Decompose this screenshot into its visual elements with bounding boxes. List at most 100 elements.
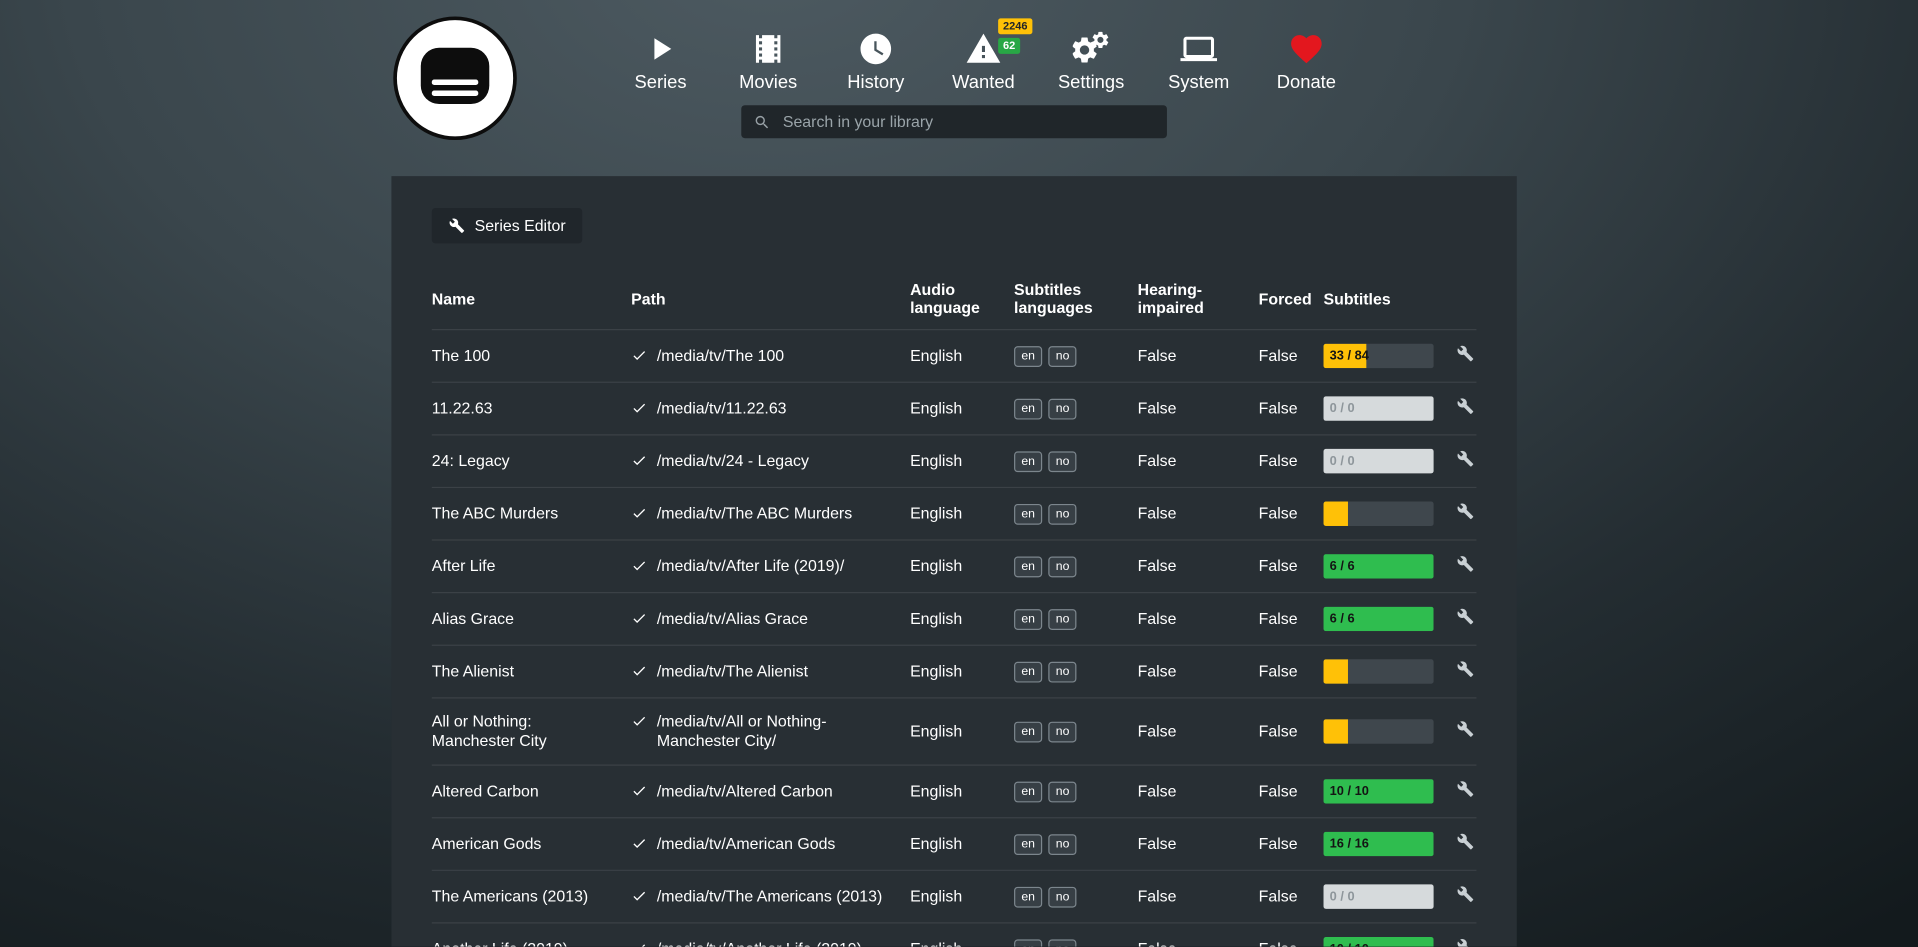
check-icon <box>631 505 647 521</box>
edit-series-button[interactable] <box>1457 886 1474 903</box>
audio-language-value: English <box>910 939 1014 946</box>
hearing-impaired-value: False <box>1138 782 1259 802</box>
series-path: /media/tv/11.22.63 <box>631 399 910 419</box>
progress-fill <box>1324 502 1348 526</box>
edit-series-button[interactable] <box>1457 720 1474 737</box>
forced-value: False <box>1259 722 1324 742</box>
nav-item-series[interactable]: Series <box>607 24 715 92</box>
edit-series-button[interactable] <box>1457 608 1474 625</box>
language-badge: no <box>1048 557 1076 578</box>
nav-item-label: Movies <box>739 72 797 93</box>
series-path: /media/tv/24 - Legacy <box>631 451 910 471</box>
edit-series-button[interactable] <box>1457 938 1474 947</box>
app-logo[interactable] <box>391 15 518 142</box>
series-name: The ABC Murders <box>432 504 631 524</box>
audio-language-value: English <box>910 887 1014 907</box>
series-path-text: /media/tv/After Life (2019)/ <box>657 557 844 577</box>
search-input[interactable] <box>780 111 1154 132</box>
audio-language-value: English <box>910 399 1014 419</box>
nav-item-wanted[interactable]: Wanted 224662 <box>930 24 1038 92</box>
edit-series-button[interactable] <box>1457 780 1474 797</box>
progress-label: 0 / 0 <box>1330 451 1355 471</box>
language-badge: no <box>1048 887 1076 908</box>
series-editor-button[interactable]: Series Editor <box>432 208 583 243</box>
series-path: /media/tv/American Gods <box>631 834 910 854</box>
nav-item-settings[interactable]: Settings <box>1037 24 1145 92</box>
series-name: The 100 <box>432 346 631 366</box>
col-name: Name <box>432 289 631 307</box>
forced-value: False <box>1259 834 1324 854</box>
edit-series-button[interactable] <box>1457 398 1474 415</box>
language-badge: no <box>1048 782 1076 803</box>
table-row: 24: Legacy /media/tv/24 - Legacy English… <box>432 434 1477 487</box>
bazarr-app: Series Movies History Wanted 224662 Sett… <box>0 0 1918 947</box>
table-row: The Alienist /media/tv/The Alienist Engl… <box>432 645 1477 698</box>
edit-series-button[interactable] <box>1457 661 1474 678</box>
check-icon <box>631 783 647 799</box>
nav-item-history[interactable]: History <box>822 24 930 92</box>
language-badge: no <box>1048 722 1076 743</box>
hearing-impaired-value: False <box>1138 834 1259 854</box>
series-path-text: /media/tv/All or Nothing- Manchester Cit… <box>657 712 898 751</box>
language-badge: no <box>1048 451 1076 472</box>
clock-icon <box>857 31 894 68</box>
edit-series-button[interactable] <box>1457 450 1474 467</box>
hearing-impaired-value: False <box>1138 609 1259 629</box>
series-path: /media/tv/Alias Grace <box>631 609 910 629</box>
check-icon <box>631 453 647 469</box>
wrench-icon <box>449 218 465 234</box>
col-hearing-impaired: Hearing-impaired <box>1138 280 1259 317</box>
language-badge: en <box>1014 609 1042 630</box>
audio-language-value: English <box>910 346 1014 366</box>
check-icon <box>631 941 647 947</box>
edit-series-button[interactable] <box>1457 503 1474 520</box>
edit-series-button[interactable] <box>1457 555 1474 572</box>
subtitles-languages-value: enno <box>1014 608 1138 630</box>
col-subtitles: Subtitles <box>1324 289 1456 307</box>
progress-label: 10 / 10 <box>1330 939 1369 946</box>
nav-item-label: Donate <box>1277 72 1336 93</box>
nav-item-label: Settings <box>1058 72 1124 93</box>
col-forced: Forced <box>1259 289 1324 307</box>
edit-series-button[interactable] <box>1457 345 1474 362</box>
col-path: Path <box>631 289 910 307</box>
audio-language-value: English <box>910 451 1014 471</box>
series-path-text: /media/tv/Alias Grace <box>657 609 808 629</box>
series-path: /media/tv/The Alienist <box>631 662 910 682</box>
check-icon <box>631 400 647 416</box>
forced-value: False <box>1259 451 1324 471</box>
hearing-impaired-value: False <box>1138 346 1259 366</box>
nav-item-system[interactable]: System <box>1145 24 1253 92</box>
language-badge: en <box>1014 939 1042 946</box>
subtitles-languages-value: enno <box>1014 886 1138 908</box>
language-badge: en <box>1014 722 1042 743</box>
edit-series-button[interactable] <box>1457 833 1474 850</box>
nav-item-movies[interactable]: Movies <box>714 24 822 92</box>
series-name: 11.22.63 <box>432 399 631 419</box>
language-badge: en <box>1014 557 1042 578</box>
nav-item-label: System <box>1168 72 1229 93</box>
check-icon <box>631 558 647 574</box>
nav-item-donate[interactable]: Donate <box>1253 24 1361 92</box>
series-path-text: /media/tv/The Americans (2013) <box>657 887 882 907</box>
series-path-text: /media/tv/The ABC Murders <box>657 504 852 524</box>
audio-language-value: English <box>910 609 1014 629</box>
series-table: Name Path Audio language Subtitles langu… <box>432 273 1477 947</box>
series-path: /media/tv/Altered Carbon <box>631 782 910 802</box>
series-path: /media/tv/After Life (2019)/ <box>631 557 910 577</box>
subtitles-progress-bar: 16 / 16 <box>1324 832 1434 856</box>
language-badge: en <box>1014 834 1042 855</box>
check-icon <box>631 713 647 729</box>
subtitles-progress-bar: 6 / 6 <box>1324 554 1434 578</box>
subtitles-progress-bar <box>1324 659 1434 683</box>
subtitles-languages-value: enno <box>1014 780 1138 802</box>
subtitles-progress-bar <box>1324 502 1434 526</box>
subtitles-progress-bar: 10 / 10 <box>1324 779 1434 803</box>
series-path-text: /media/tv/24 - Legacy <box>657 451 809 471</box>
series-name: Altered Carbon <box>432 782 631 802</box>
language-badge: en <box>1014 399 1042 420</box>
subtitles-languages-value: enno <box>1014 345 1138 367</box>
film-icon <box>750 31 787 68</box>
progress-label: 33 / 84 <box>1330 346 1369 366</box>
table-header-row: Name Path Audio language Subtitles langu… <box>432 273 1477 329</box>
